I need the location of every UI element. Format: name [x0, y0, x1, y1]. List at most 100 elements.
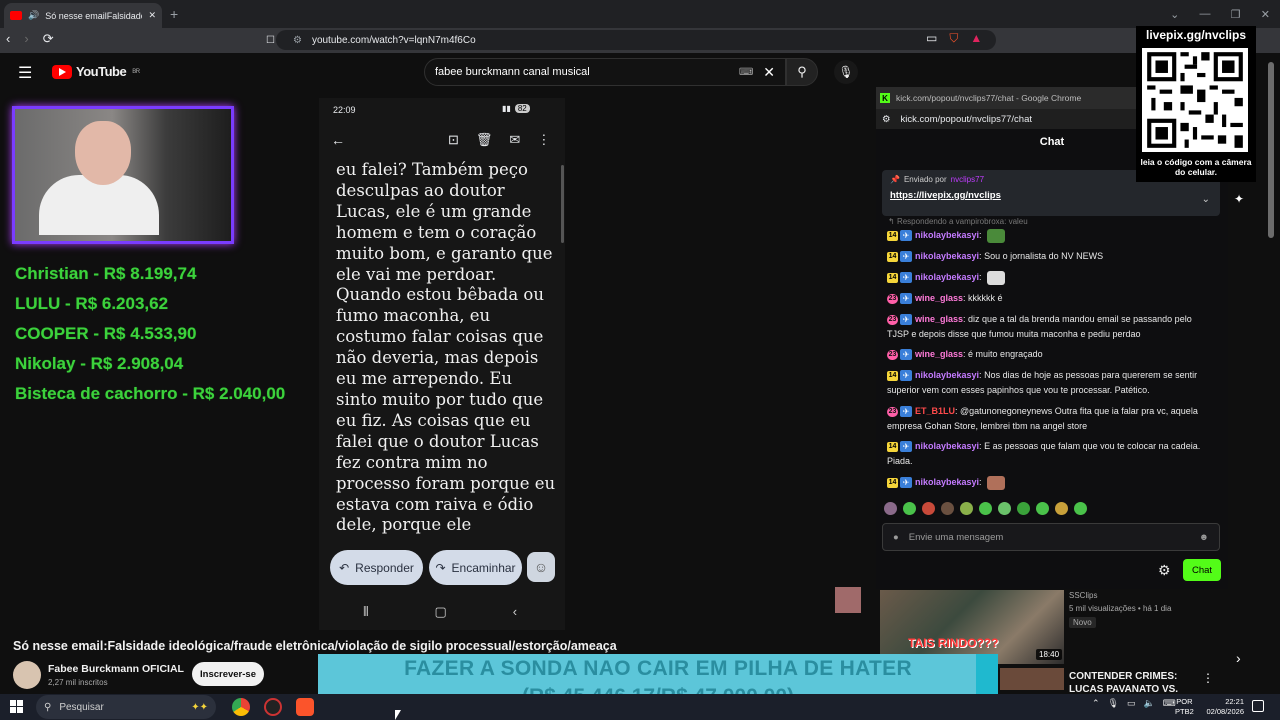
battery-level: 82 — [514, 104, 530, 113]
microphone-icon[interactable]: 🎙 — [1108, 698, 1119, 709]
chevron-down-icon[interactable]: ⌄ — [1202, 194, 1210, 205]
chat-send-button[interactable]: Chat — [1183, 559, 1221, 581]
archive-icon[interactable]: ⊡ — [448, 132, 459, 148]
home-icon[interactable]: ▢ — [435, 604, 447, 620]
close-window-icon[interactable]: ✕ — [1261, 8, 1270, 21]
user-badge-icon: ✈ — [900, 370, 912, 382]
keyboard-icon[interactable]: ⌨ — [739, 67, 753, 78]
subscribe-button[interactable]: Inscrever-se — [192, 662, 264, 686]
chat-username[interactable]: wine_glass — [915, 349, 963, 359]
obs-icon[interactable] — [264, 698, 282, 716]
site-info-icon[interactable]: ⚙ — [882, 114, 891, 125]
browser-tab[interactable]: 🔊 Só nesse emailFalsidade ide... ✕ — [4, 3, 162, 28]
notification-icon[interactable] — [1252, 700, 1264, 712]
recents-icon[interactable]: ⦀ — [363, 604, 369, 620]
chat-settings-gear-icon[interactable]: ⚙ — [1158, 562, 1171, 579]
emote-icon[interactable] — [979, 502, 992, 515]
omnibox[interactable]: ☐ ⚙ youtube.com/watch?v=lqnN7m4f6Co — [266, 30, 996, 50]
related-channel[interactable]: SSClips — [1069, 591, 1097, 600]
more-vert-icon[interactable]: ⋮ — [1202, 671, 1214, 685]
site-info-icon[interactable]: ⚙ — [293, 35, 302, 46]
windows-start-icon[interactable] — [10, 700, 23, 713]
trash-icon[interactable]: 🗑 — [476, 132, 493, 148]
emote-icon[interactable] — [903, 502, 916, 515]
page-scrollbar[interactable] — [1268, 62, 1274, 238]
chat-username[interactable]: wine_glass — [915, 314, 963, 324]
emote-icon[interactable] — [941, 502, 954, 515]
emote-icon[interactable] — [1036, 502, 1049, 515]
chevron-right-icon[interactable]: › — [1236, 650, 1241, 666]
reply-button[interactable]: ↶ Responder — [330, 550, 423, 585]
keyboard-icon[interactable]: ⌨ — [1163, 698, 1176, 709]
chrome-icon[interactable] — [232, 698, 250, 716]
taskbar-search[interactable]: ⚲ Pesquisar ✦✦ — [36, 695, 216, 719]
emoji-reaction-button[interactable]: ☺ — [527, 552, 555, 582]
volume-icon[interactable]: 🔈 — [1144, 698, 1155, 709]
close-tab-icon[interactable]: ✕ — [148, 10, 156, 21]
chat-username[interactable]: nikolaybekasyi — [915, 441, 979, 451]
video-thumbnail-small[interactable] — [835, 587, 861, 613]
brave-shield-icon[interactable]: ⛉ — [949, 31, 958, 46]
emote-icon[interactable] — [960, 502, 973, 515]
menu-icon[interactable]: ☰ — [18, 63, 32, 83]
phone-back-icon[interactable]: ← — [331, 132, 345, 148]
new-tab-button[interactable]: + — [170, 6, 178, 22]
user-badge-icon: ✈ — [900, 349, 912, 361]
clear-search-icon[interactable]: ✕ — [763, 64, 775, 81]
chat-username[interactable]: nikolaybekasyi — [915, 251, 979, 261]
chat-username[interactable]: nikolaybekasyi — [915, 230, 979, 240]
forward-icon[interactable]: › — [24, 31, 28, 47]
minimize-icon[interactable]: — — [1199, 8, 1210, 20]
network-icon[interactable]: ▭ — [1127, 698, 1136, 709]
forward-button[interactable]: ↷ Encaminhar — [429, 550, 522, 585]
popout-url: kick.com/popout/nvclips77/chat — [900, 113, 1033, 125]
voice-search-button[interactable]: 🎙 — [834, 60, 858, 84]
chat-username[interactable]: wine_glass — [915, 293, 963, 303]
maximize-icon[interactable]: ❐ — [1231, 8, 1241, 21]
language-indicator[interactable]: POR PTB2 — [1175, 697, 1194, 717]
more-vert-icon[interactable]: ⋮ — [537, 132, 550, 148]
chat-input-placeholder[interactable]: Envie uma mensagem — [909, 532, 1004, 543]
chevron-down-icon[interactable]: ⌄ — [1170, 8, 1179, 21]
emote-icon[interactable] — [998, 502, 1011, 515]
bookmark-icon[interactable]: ☐ — [266, 35, 275, 46]
emote-icon[interactable] — [1074, 502, 1087, 515]
user-badge-icon: ✈ — [900, 477, 912, 489]
back-icon[interactable]: ‹ — [6, 31, 10, 47]
reload-icon[interactable]: ⟳ — [43, 31, 54, 47]
search-input[interactable]: fabee burckmann canal musical ⌨ ✕ — [424, 58, 786, 86]
rewards-icon[interactable]: ▲ — [970, 31, 982, 46]
related-video-thumbnail-2[interactable] — [1000, 668, 1064, 690]
speaker-icon: 🔊 — [28, 10, 40, 20]
url-text[interactable]: youtube.com/watch?v=lqnN7m4f6Co — [312, 35, 476, 46]
chat-username[interactable]: ET_B1LU — [915, 406, 955, 416]
youtube-logo[interactable]: YouTube BR — [52, 64, 140, 79]
chat-message: 14 ✈ nikolaybekasyi: — [887, 475, 1213, 490]
search-query[interactable]: fabee burckmann canal musical — [435, 66, 590, 78]
pinned-link[interactable]: https://livepix.gg/nvclips — [890, 190, 1212, 201]
chevron-up-icon[interactable]: ⌃ — [1092, 698, 1100, 709]
search-button[interactable]: ⚲ — [786, 58, 818, 86]
channel-avatar[interactable] — [13, 661, 41, 689]
clock[interactable]: 22:21 02/08/2026 — [1200, 697, 1244, 717]
tab-title: Só nesse emailFalsidade ide... — [45, 10, 143, 21]
chat-username[interactable]: nikolaybekasyi — [915, 477, 979, 487]
chat-input[interactable]: ● Envie uma mensagem ☻ — [882, 523, 1220, 551]
cast-icon[interactable]: ▭ — [926, 31, 937, 46]
chat-username[interactable]: nikolaybekasyi — [915, 370, 979, 380]
emoji-picker-icon[interactable]: ☻ — [1199, 532, 1209, 543]
subscriber-badge-icon: 23 — [887, 406, 898, 417]
emote-icon[interactable] — [884, 502, 897, 515]
replying-text: Respondendo a vampirobroxa: valeu — [896, 217, 1028, 226]
emote-icon[interactable] — [1017, 502, 1030, 515]
android-back-icon[interactable]: ‹ — [513, 604, 517, 620]
brave-icon[interactable] — [296, 698, 314, 716]
sparkle-icon[interactable]: ✦ — [1234, 192, 1244, 206]
channel-name[interactable]: Fabee Burckmann OFICIAL — [48, 663, 184, 675]
emote-icon[interactable] — [1055, 502, 1068, 515]
phone-scrollbar[interactable] — [561, 165, 564, 243]
chat-emote-icon — [987, 475, 1006, 490]
chat-username[interactable]: nikolaybekasyi — [915, 272, 979, 282]
mail-icon[interactable]: ✉ — [509, 132, 520, 148]
emote-icon[interactable] — [922, 502, 935, 515]
